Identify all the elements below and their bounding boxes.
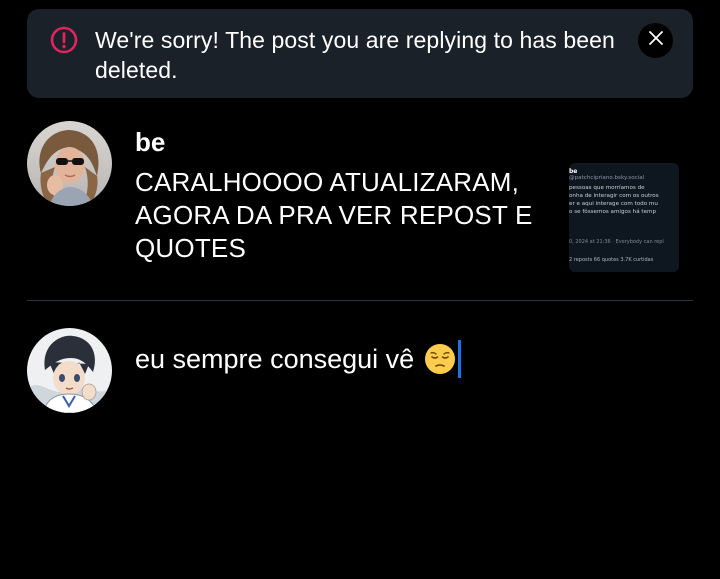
thumb-line: er e aqui interage com todo mu (569, 201, 658, 207)
error-banner: We're sorry! The post you are replying t… (27, 9, 693, 98)
author-avatar[interactable] (27, 121, 112, 206)
user-avatar[interactable] (27, 328, 112, 413)
reply-text: eu sempre consegui vê (135, 344, 415, 374)
dismiss-button[interactable] (638, 23, 673, 58)
thumb-audience: Everybody can repl (615, 239, 664, 245)
close-icon (648, 30, 664, 51)
text-cursor (458, 340, 462, 378)
thumb-handle: be (569, 168, 578, 175)
thumb-timestamp: 0, 2024 at 21:36 (569, 239, 611, 245)
reply-text-input[interactable]: eu sempre consegui vê (135, 340, 462, 378)
divider (27, 300, 693, 301)
reply-composer[interactable]: eu sempre consegui vê (27, 328, 693, 418)
thumb-line: onha de interagir com os outros (569, 193, 659, 199)
pensive-face-icon (424, 343, 456, 375)
thumb-line: pessoas que morríamos de (569, 185, 645, 191)
alert-circle-icon (49, 25, 79, 55)
post-image-thumbnail[interactable]: be @patchcipriano.bsky.social pessoas qu… (569, 163, 679, 272)
thumb-username: @patchcipriano.bsky.social (569, 175, 645, 181)
post-author[interactable]: be (135, 127, 165, 157)
thumb-line: o se fôssemos amigos há temp (569, 209, 657, 215)
error-message: We're sorry! The post you are replying t… (95, 27, 615, 83)
post-text: CARALHOOOO ATUALIZARAM, AGORA DA PRA VER… (135, 167, 533, 263)
thumb-stats: 2 reposts 66 quotes 3.7K curtidas (569, 257, 654, 263)
parent-post[interactable]: be CARALHOOOO ATUALIZARAM, AGORA DA PRA … (27, 121, 693, 291)
